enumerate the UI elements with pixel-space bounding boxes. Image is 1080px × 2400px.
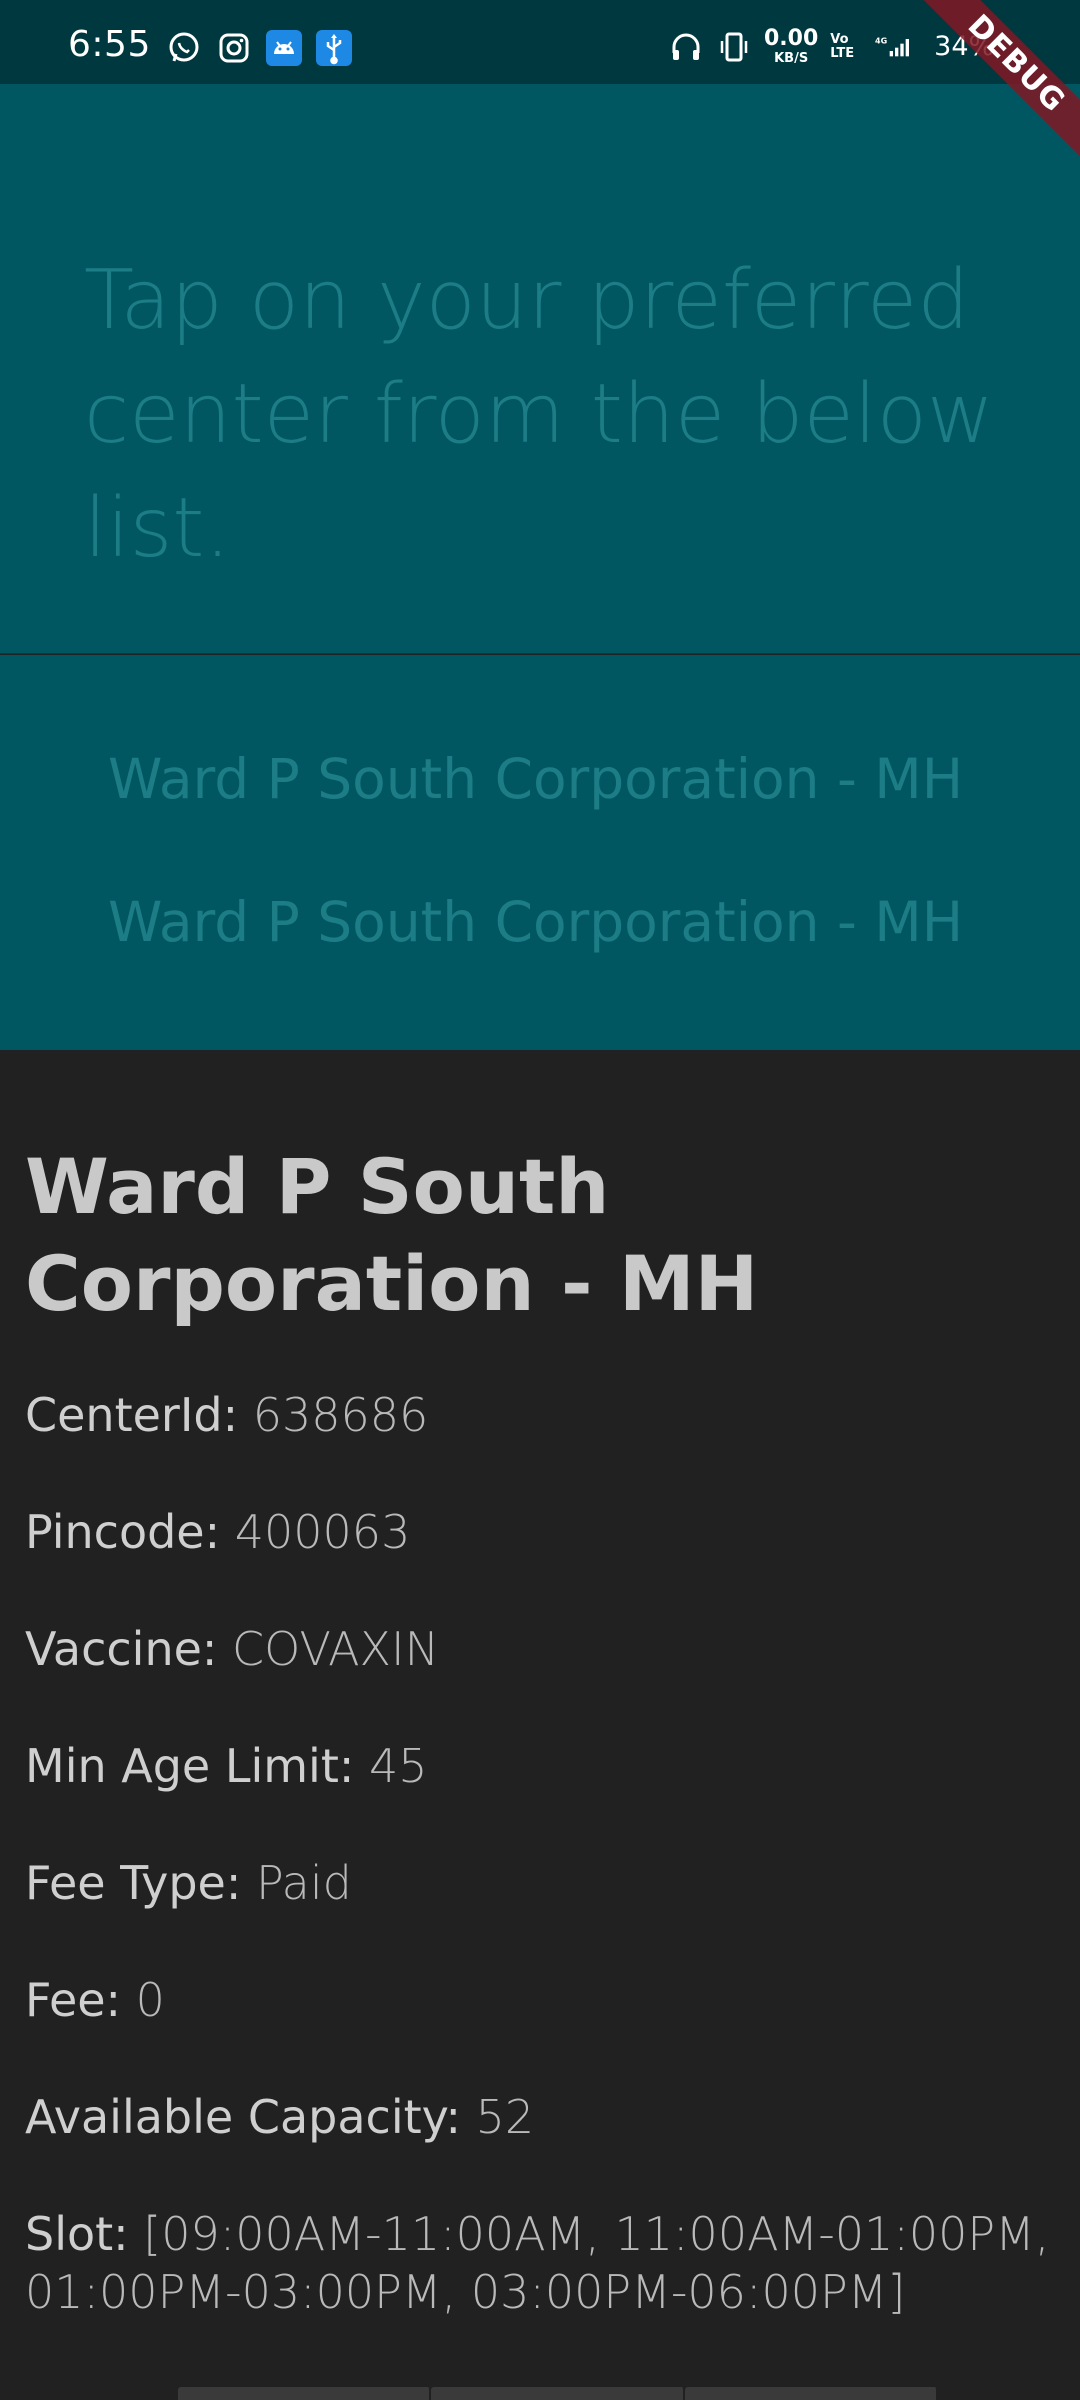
system-icons: 0.00 KB/S Vo LTE 4G 34%	[668, 28, 994, 65]
detail-row-capacity: Available Capacity: 52	[25, 2088, 1065, 2146]
detail-row-centerid: CenterId: 638686	[25, 1386, 1065, 1444]
center-list-item[interactable]: Ward P South Corporation - MH	[108, 747, 963, 811]
detail-value: COVAXIN	[232, 1622, 440, 1676]
detail-label: Slot:	[25, 2207, 129, 2261]
headphones-icon	[668, 29, 704, 65]
detail-value: Paid	[255, 1856, 352, 1910]
vibrate-icon	[716, 29, 752, 65]
bottom-segment	[684, 2387, 938, 2400]
detail-value: 52	[475, 2090, 535, 2144]
speed-unit: KB/S	[774, 51, 809, 66]
signal-icon: 4G	[866, 29, 920, 65]
detail-row-fee-type: Fee Type: Paid	[25, 1854, 1065, 1912]
bottom-segment	[431, 2387, 685, 2400]
bottom-segment	[178, 2387, 432, 2400]
detail-label: Pincode:	[25, 1505, 221, 1559]
detail-value: 45	[369, 1739, 428, 1793]
detail-row-min-age: Min Age Limit: 45	[25, 1737, 1065, 1795]
detail-row-pincode: Pincode: 400063	[25, 1503, 1065, 1561]
volte-indicator: Vo LTE	[830, 33, 854, 60]
instruction-header: Tap on your preferred center from the be…	[0, 84, 1080, 654]
detail-value: 638686	[252, 1388, 429, 1442]
speed-value: 0.00	[764, 26, 819, 51]
detail-value: 400063	[234, 1505, 411, 1559]
center-title: Ward P South Corporation - MH	[25, 1142, 759, 1328]
center-details-sheet: Ward P South Corporation - MH CenterId: …	[0, 1050, 1080, 2400]
sheet-bottom-edge	[178, 2387, 938, 2400]
detail-row-fee: Fee: 0	[25, 1971, 1065, 2029]
network-speed: 0.00 KB/S	[764, 26, 819, 66]
detail-label: Fee Type:	[25, 1856, 242, 1910]
center-list-item[interactable]: Ward P South Corporation - MH	[108, 890, 963, 954]
detail-row-slot: Slot: [09:00AM-11:00AM, 11:00AM-01:00PM,…	[25, 2205, 1065, 2321]
detail-value: 0	[135, 1973, 165, 2027]
detail-row-vaccine: Vaccine: COVAXIN	[25, 1620, 1065, 1678]
clock: 6:55	[68, 24, 151, 65]
whatsapp-icon	[166, 30, 202, 66]
notification-icons	[166, 30, 352, 66]
detail-label: Min Age Limit:	[25, 1739, 355, 1793]
volte-top: Vo	[830, 31, 849, 47]
app-screen: 6:55 0.00 KB/S Vo LTE 4G 34% Tap on your…	[0, 0, 1080, 2400]
center-list: Ward P South Corporation - MH Ward P Sou…	[0, 655, 1080, 1050]
detail-label: Available Capacity:	[25, 2090, 462, 2144]
detail-value: [09:00AM-11:00AM, 11:00AM-01:00PM, 01:00…	[25, 2207, 1050, 2319]
usb-icon	[316, 30, 352, 66]
detail-label: Fee:	[25, 1973, 122, 2027]
android-icon	[266, 30, 302, 66]
detail-label: Vaccine:	[25, 1622, 218, 1676]
volte-bottom: LTE	[830, 45, 855, 61]
instruction-text: Tap on your preferred center from the be…	[84, 253, 994, 576]
instagram-icon	[216, 30, 252, 66]
detail-label: CenterId:	[25, 1388, 239, 1442]
network-type: 4G	[875, 36, 887, 45]
status-bar: 6:55 0.00 KB/S Vo LTE 4G 34%	[0, 0, 1080, 84]
